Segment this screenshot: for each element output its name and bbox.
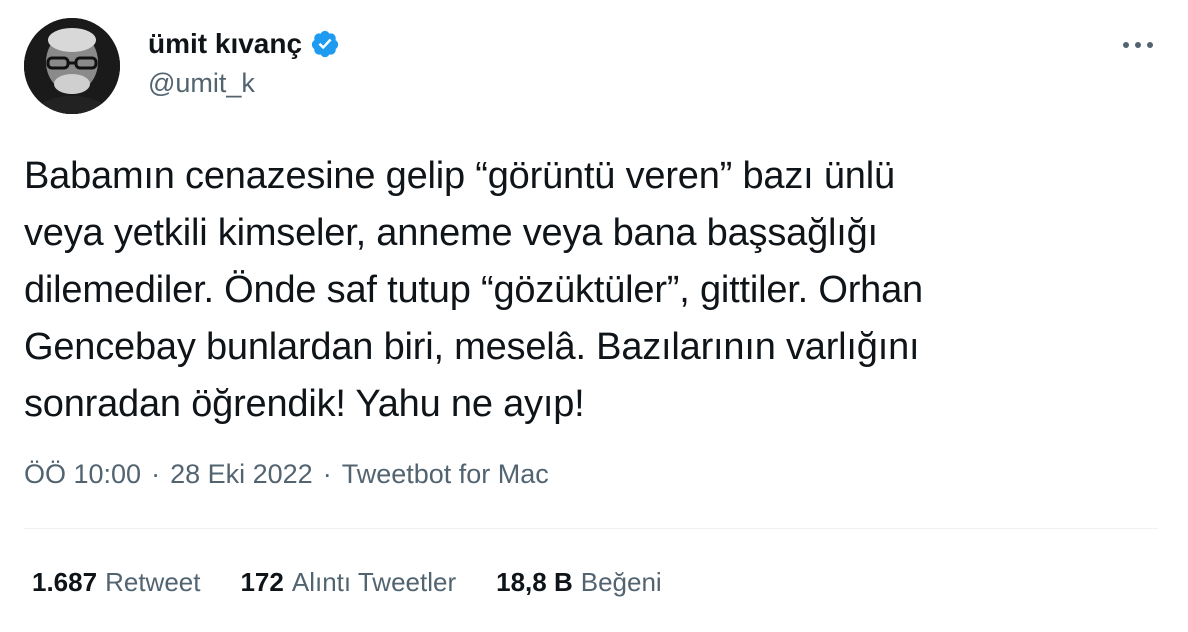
author-handle[interactable]: @umit_k [148, 66, 255, 100]
quotes-stat[interactable]: 172 Alıntı Tweetler [240, 564, 456, 600]
author-display-name[interactable]: ümit kıvanç [148, 26, 302, 62]
tweet-stats: 1.687 Retweet 172 Alıntı Tweetler 18,8 B… [32, 564, 662, 600]
avatar[interactable] [24, 18, 120, 114]
tweet-text-line: Gencebay bunlardan biri, meselâ. Bazılar… [24, 326, 920, 368]
tweet-text-line: veya yetkili kimseler, anneme veya bana … [24, 212, 878, 254]
retweets-stat[interactable]: 1.687 Retweet [32, 564, 200, 600]
tweet-time[interactable]: ÖÖ 10:00 [24, 456, 141, 492]
tweet-meta: ÖÖ 10:00 · 28 Eki 2022 · Tweetbot for Ma… [24, 456, 549, 492]
quotes-label: Alıntı Tweetler [291, 567, 457, 597]
likes-count: 18,8 B [496, 567, 573, 597]
more-options-icon [1123, 42, 1153, 48]
avatar-image [24, 18, 120, 114]
retweets-count: 1.687 [32, 567, 98, 597]
divider [24, 528, 1158, 529]
more-options-button[interactable] [1118, 30, 1158, 60]
tweet-date[interactable]: 28 Eki 2022 [170, 456, 313, 492]
retweets-label: Retweet [105, 567, 201, 597]
author-name-row: ümit kıvanç [148, 26, 340, 62]
likes-label: Beğeni [580, 567, 662, 597]
meta-separator: · [322, 459, 332, 489]
tweet-text-line: Babamın cenazesine gelip “görüntü veren”… [24, 155, 895, 197]
tweet-text: Babamın cenazesine gelip “görüntü veren”… [24, 148, 1144, 433]
tweet-source[interactable]: Tweetbot for Mac [342, 456, 549, 492]
tweet-card: ümit kıvanç @umit_k Babamın cenazesine g… [0, 0, 1188, 632]
tweet-text-line: sonradan öğrendik! Yahu ne ayıp! [24, 383, 585, 425]
likes-stat[interactable]: 18,8 B Beğeni [496, 564, 662, 600]
tweet-text-line: dilemediler. Önde saf tutup “gözüktüler”… [24, 269, 923, 311]
verified-badge-icon [310, 29, 340, 59]
quotes-count: 172 [240, 567, 284, 597]
meta-separator: · [151, 459, 161, 489]
